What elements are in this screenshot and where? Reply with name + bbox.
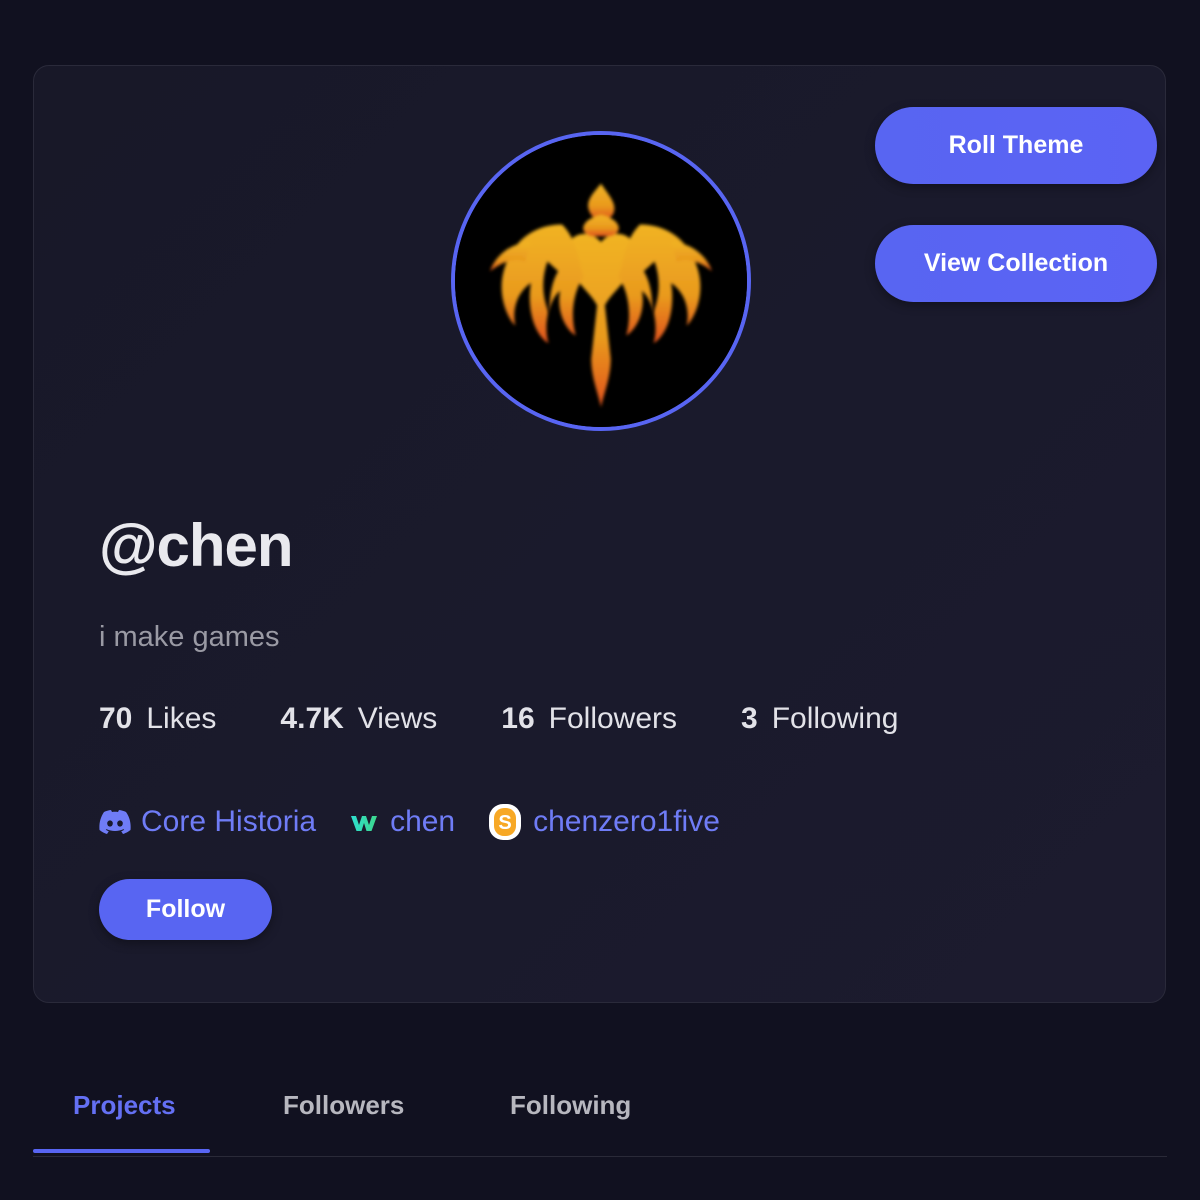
profile-tabs: Projects Followers Following [33,1070,1167,1157]
roll-theme-button[interactable]: Roll Theme [875,107,1157,184]
stat-value: 4.7K [280,702,344,735]
tab-followers[interactable]: Followers [283,1090,404,1121]
discord-link[interactable]: Core Historia [99,805,316,839]
w-profile-link-label: chen [390,805,456,838]
scratch-link-label: chenzero1five [533,805,720,838]
stats: 70 Likes 4.7K Views 16 Followers 3 Following [99,702,898,736]
active-tab-indicator [33,1149,210,1153]
stat-likes[interactable]: 70 Likes [99,702,216,736]
follow-button[interactable]: Follow [99,879,272,940]
stat-views[interactable]: 4.7K Views [280,702,437,736]
profile-card: Roll Theme View Collection @chen i make … [33,65,1166,1003]
scratch-icon: S [487,802,523,842]
stat-label: Following [771,702,899,735]
stat-value: 16 [501,702,535,735]
tab-projects[interactable]: Projects [73,1090,176,1121]
stat-label: Likes [146,702,217,735]
scratch-link[interactable]: S chenzero1five [487,802,720,842]
view-collection-button[interactable]: View Collection [875,225,1157,302]
tab-following[interactable]: Following [510,1090,631,1121]
flame-emblem-icon [455,135,747,427]
w-profile-link[interactable]: chen [348,805,455,839]
discord-link-label: Core Historia [141,805,317,838]
stat-label: Views [357,702,438,735]
username: @chen [99,512,294,579]
social-links: Core Historia chen S chenzero1five [99,802,752,842]
stat-followers[interactable]: 16 Followers [501,702,677,736]
stat-value: 3 [741,702,758,735]
discord-icon [99,810,131,834]
avatar [451,131,751,431]
bio: i make games [99,621,280,653]
svg-text:S: S [498,812,511,834]
stat-label: Followers [548,702,678,735]
stat-following[interactable]: 3 Following [741,702,898,736]
w-logo-icon [348,810,380,834]
stat-value: 70 [99,702,133,735]
